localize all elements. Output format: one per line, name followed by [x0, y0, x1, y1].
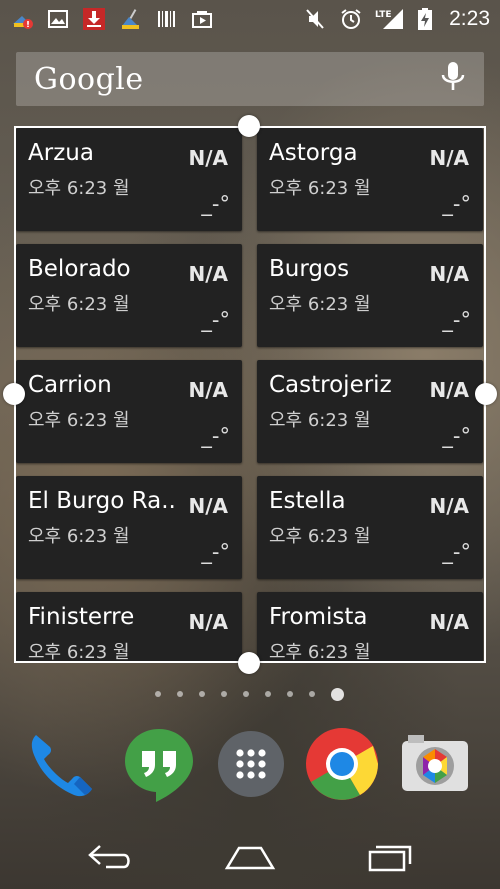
alarm-icon	[339, 8, 363, 30]
broom-icon	[118, 8, 142, 30]
page-dot	[243, 691, 249, 697]
page-dot	[265, 691, 271, 697]
camera-icon[interactable]	[396, 725, 474, 803]
page-dot	[287, 691, 293, 697]
recents-icon[interactable]	[360, 835, 420, 879]
signal-icon: LTE	[375, 8, 405, 30]
back-icon[interactable]	[80, 835, 140, 879]
hangouts-icon[interactable]	[120, 725, 198, 803]
page-dot	[199, 691, 205, 697]
download-icon	[82, 8, 106, 30]
google-logo: Google	[34, 61, 144, 97]
page-dot-active	[331, 687, 344, 701]
home-icon[interactable]	[220, 835, 280, 879]
app-drawer-icon[interactable]	[212, 725, 290, 803]
network-label: LTE	[375, 10, 392, 20]
phone-icon[interactable]	[22, 725, 100, 803]
chrome-icon[interactable]	[303, 725, 381, 803]
status-time: 2:23	[449, 7, 490, 30]
navigation-bar	[0, 825, 500, 889]
gallery-icon	[46, 8, 70, 30]
battery-charging-icon	[417, 8, 433, 30]
page-dot	[309, 691, 315, 697]
resize-handle-right[interactable]	[475, 383, 497, 405]
notification-icons	[10, 8, 214, 30]
mic-icon[interactable]	[440, 60, 466, 98]
page-dot	[177, 691, 183, 697]
google-search-bar[interactable]: Google	[16, 52, 484, 106]
system-icons: LTE 2:23	[303, 7, 490, 31]
page-dot	[221, 691, 227, 697]
barcode-icon	[154, 8, 178, 30]
cleaner-alert-icon	[10, 8, 34, 30]
resize-handle-top[interactable]	[238, 115, 260, 137]
store-icon	[190, 8, 214, 30]
mute-icon	[303, 8, 327, 30]
page-dot	[155, 691, 161, 697]
resize-handle-bottom[interactable]	[238, 652, 260, 674]
widget-resize-frame	[14, 126, 486, 663]
status-bar: LTE 2:23	[0, 0, 500, 38]
resize-handle-left[interactable]	[3, 383, 25, 405]
page-indicator	[155, 686, 345, 702]
